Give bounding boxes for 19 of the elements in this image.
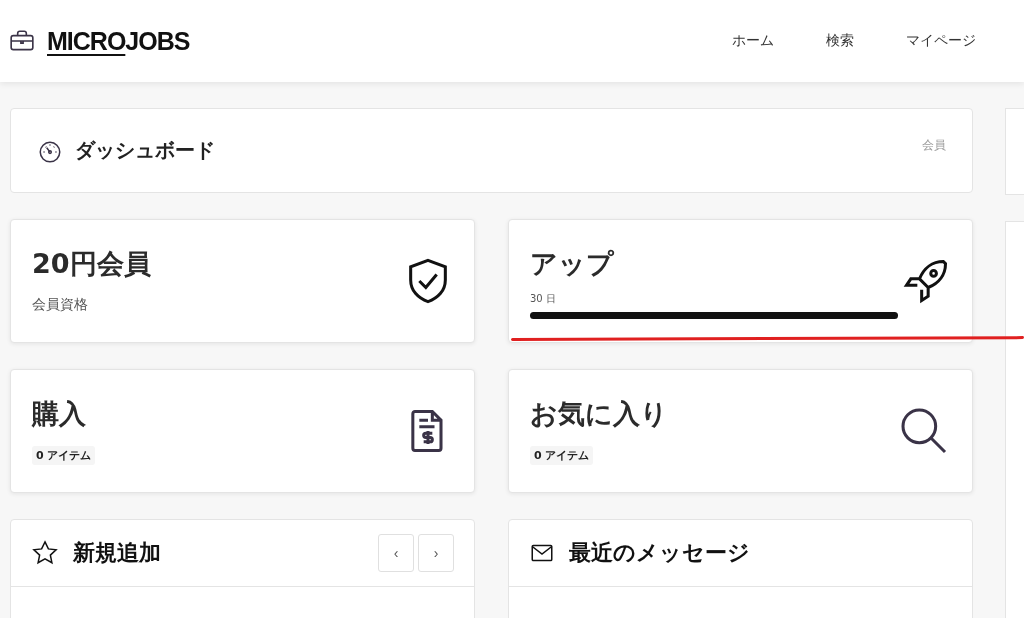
logo-link[interactable]: MICROJOBS <box>47 26 190 56</box>
card-title: お気に入り <box>530 397 669 431</box>
nav-link[interactable]: マイページ <box>906 32 976 50</box>
nav-link[interactable]: 検索 <box>826 32 854 50</box>
membership-label: 会員 <box>922 137 946 154</box>
previous-button[interactable]: ‹ <box>378 534 414 572</box>
panel-title: 新規追加 <box>73 539 161 567</box>
card-title: アップ <box>530 247 615 281</box>
star-icon <box>31 539 59 567</box>
days-caption: 30 日 <box>530 292 557 306</box>
card-title: 20円会員 <box>32 247 152 281</box>
dashboard-title: ダッシュボード <box>75 137 215 164</box>
card-title: 購入 <box>32 397 87 431</box>
item-count: 0 アイテム <box>32 446 96 465</box>
card-subtitle: 会員資格 <box>32 296 89 314</box>
nav-link[interactable]: ホーム <box>732 32 774 50</box>
panel-title: 最近のメッセージ <box>569 539 750 567</box>
item-count: 0 アイテム <box>530 446 594 465</box>
next-button[interactable]: › <box>418 534 454 572</box>
